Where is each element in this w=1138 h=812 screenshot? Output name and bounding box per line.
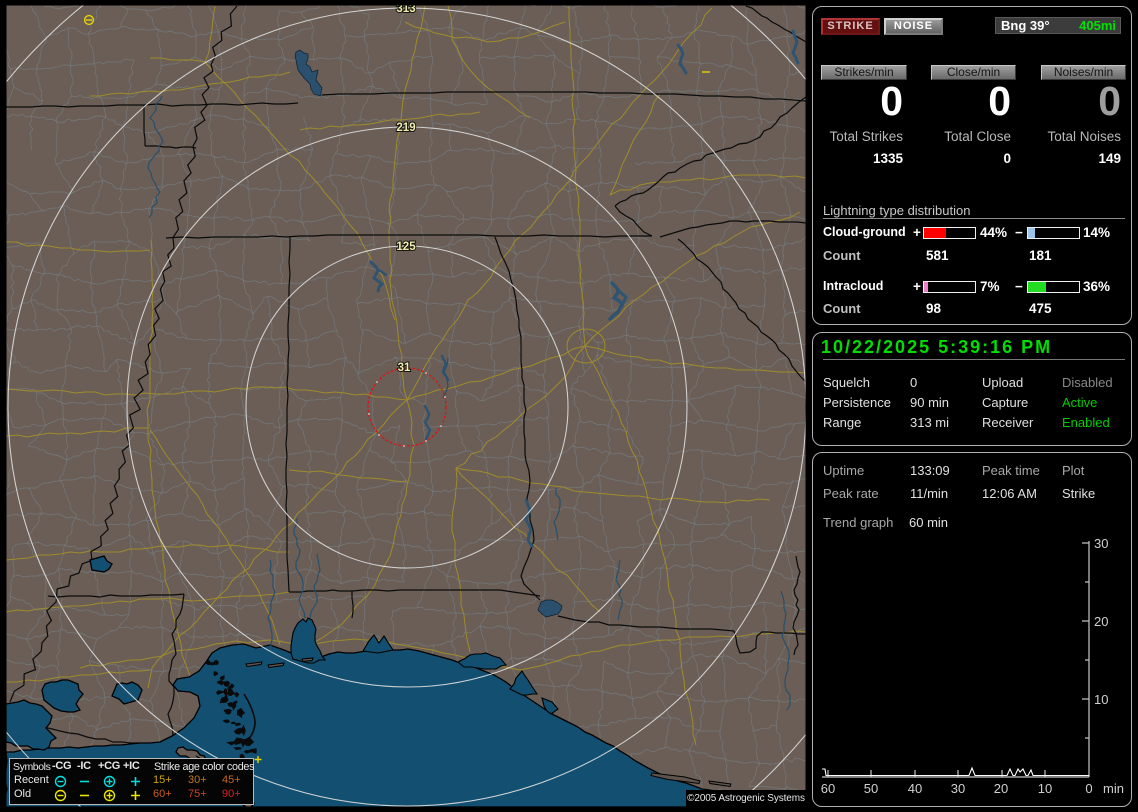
svg-text:50: 50 — [864, 781, 878, 796]
svg-text:40: 40 — [908, 781, 922, 796]
svg-text:min: min — [1103, 781, 1124, 796]
svg-text:30: 30 — [1094, 536, 1108, 551]
svg-text:10: 10 — [1038, 781, 1052, 796]
svg-text:0: 0 — [1085, 781, 1092, 796]
svg-text:20: 20 — [994, 781, 1008, 796]
svg-text:10: 10 — [1094, 692, 1108, 707]
svg-text:60: 60 — [821, 781, 835, 796]
svg-text:20: 20 — [1094, 614, 1108, 629]
svg-text:30: 30 — [951, 781, 965, 796]
